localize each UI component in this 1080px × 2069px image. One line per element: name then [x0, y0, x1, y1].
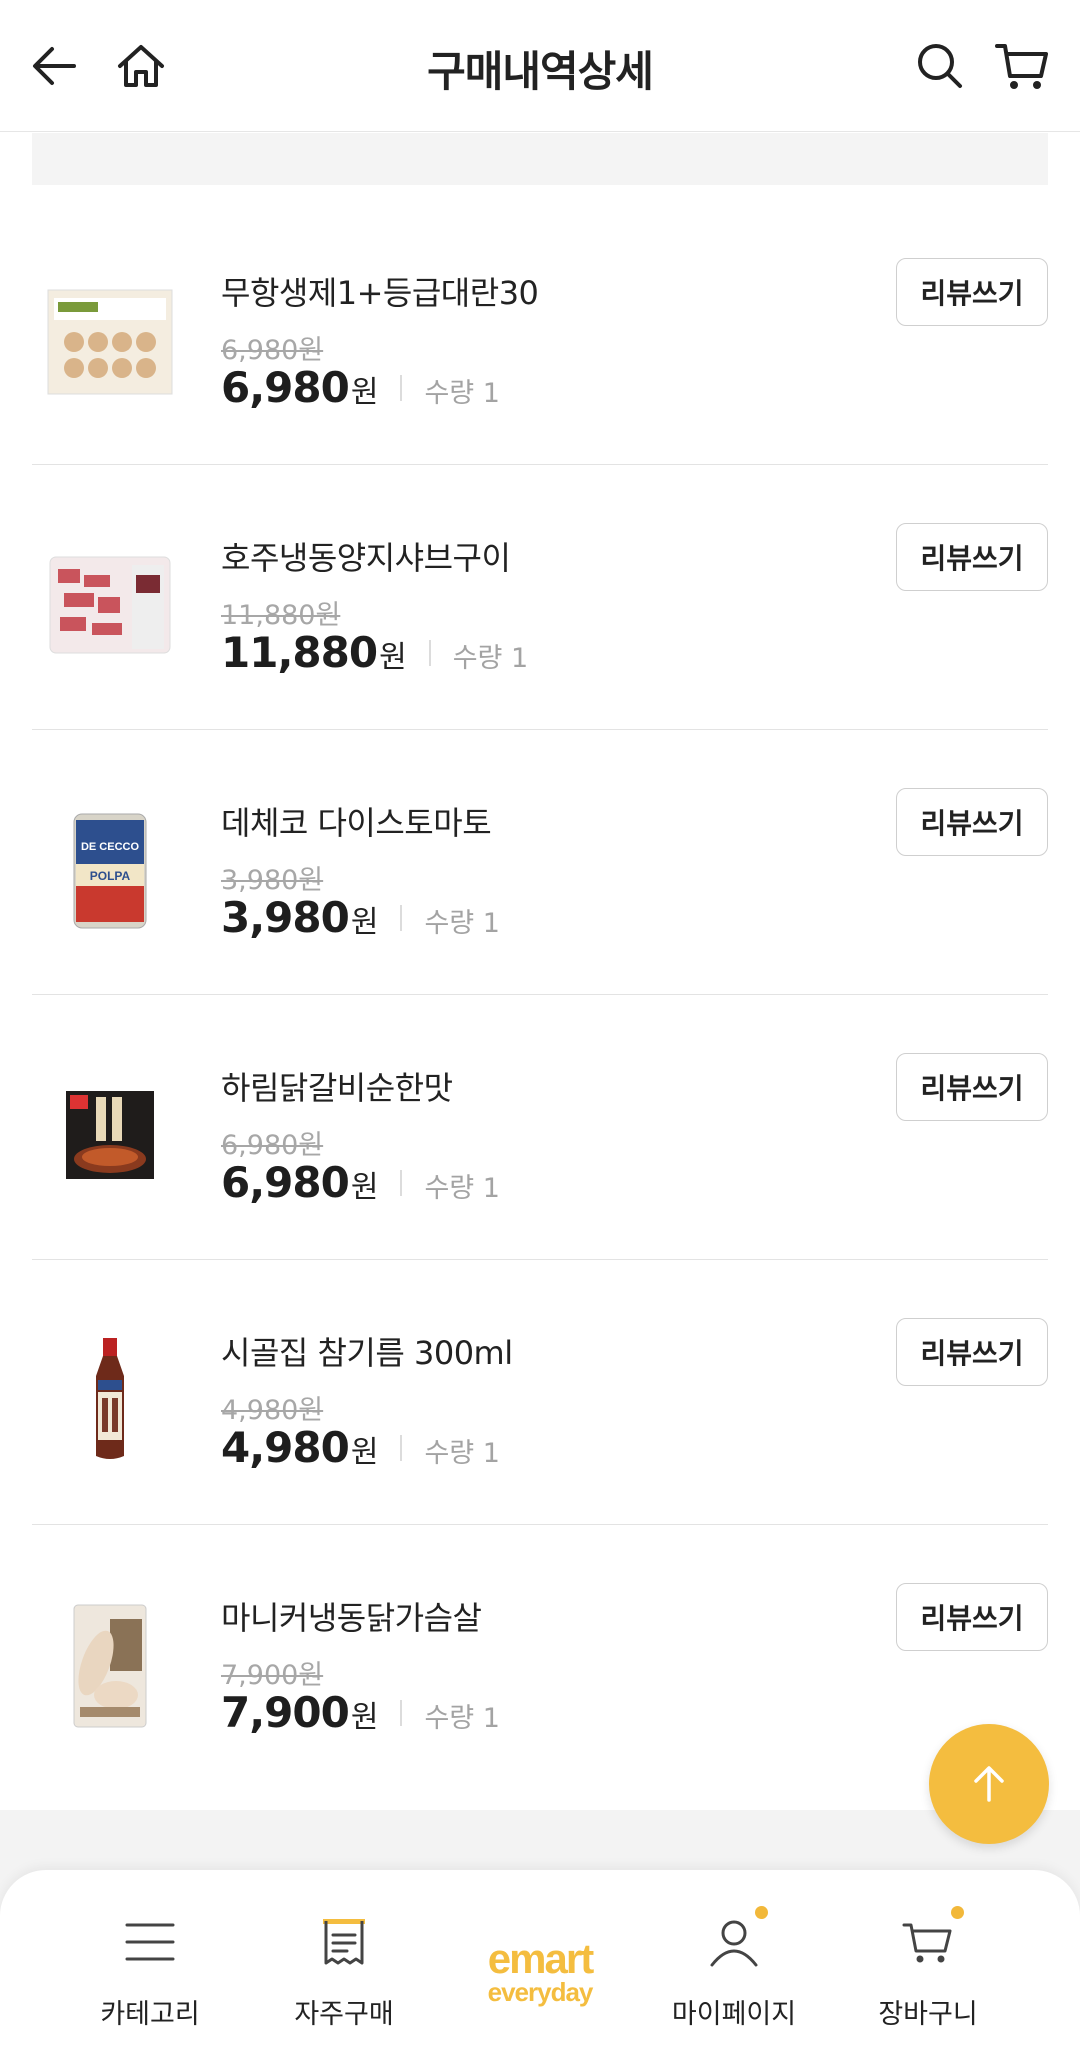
tab-category[interactable]: 카테고리	[60, 1870, 240, 2069]
price-row: 7,900 원 수량 1	[221, 1688, 500, 1737]
original-price: 3,980원	[221, 865, 324, 896]
search-icon[interactable]	[910, 36, 970, 96]
quantity: 수량 1	[424, 908, 500, 939]
tab-frequent-label: 자주구매	[294, 1999, 394, 2030]
product-name[interactable]: 마니커냉동닭가슴살	[221, 1593, 482, 1639]
product-name[interactable]: 데체코 다이스토마토	[221, 798, 492, 844]
order-item: 무항생제1+등급대란30 6,980원 6,980 원 수량 1 리뷰쓰기	[32, 200, 1048, 465]
sale-price: 11,880	[221, 628, 378, 677]
currency-unit: 원	[350, 1435, 379, 1470]
sale-price: 6,980	[221, 1158, 350, 1207]
svg-text:emart: emart	[488, 1935, 594, 1982]
order-item: 시골집 참기름 300ml 4,980원 4,980 원 수량 1 리뷰쓰기	[32, 1260, 1048, 1525]
currency-unit: 원	[350, 1700, 379, 1735]
original-price: 6,980원	[221, 335, 324, 366]
section-divider	[32, 133, 1048, 185]
quantity: 수량 1	[424, 378, 500, 409]
order-item: 호주냉동양지샤브구이 11,880원 11,880 원 수량 1 리뷰쓰기	[32, 465, 1048, 730]
product-name[interactable]: 하림닭갈비순한맛	[221, 1063, 453, 1109]
product-image-tomato-can[interactable]: DE CECCO POLPA	[40, 800, 180, 940]
original-price: 11,880원	[221, 600, 341, 631]
sale-price: 4,980	[221, 1423, 350, 1472]
quantity: 수량 1	[424, 1703, 500, 1734]
arrow-up-icon	[974, 1766, 1004, 1802]
divider	[428, 639, 431, 666]
original-price: 6,980원	[221, 1130, 324, 1161]
sale-price: 6,980	[221, 363, 350, 412]
scroll-to-top-button[interactable]	[929, 1724, 1049, 1844]
currency-unit: 원	[379, 640, 407, 675]
original-price: 4,980원	[221, 1395, 324, 1426]
divider	[400, 1169, 403, 1196]
sale-price: 7,900	[221, 1688, 350, 1737]
quantity: 수량 1	[424, 1438, 500, 1469]
product-name[interactable]: 무항생제1+등급대란30	[221, 268, 539, 314]
cart-notification-dot	[951, 1906, 964, 1919]
write-review-button[interactable]: 리뷰쓰기	[896, 1583, 1048, 1651]
price-row: 4,980 원 수량 1	[221, 1423, 500, 1472]
menu-icon	[120, 1912, 180, 1972]
product-image-dakgalbi[interactable]	[40, 1065, 180, 1205]
tab-category-label: 카테고리	[100, 1999, 200, 2030]
svg-text:everyday: everyday	[488, 1977, 594, 2007]
tab-cart[interactable]: 장바구니	[838, 1870, 1018, 2069]
product-image-eggs[interactable]	[40, 270, 180, 410]
write-review-button[interactable]: 리뷰쓰기	[896, 788, 1048, 856]
quantity: 수량 1	[452, 643, 529, 674]
divider	[400, 904, 403, 931]
divider	[400, 374, 403, 401]
write-review-button[interactable]: 리뷰쓰기	[896, 1318, 1048, 1386]
write-review-button[interactable]: 리뷰쓰기	[896, 1053, 1048, 1121]
tab-frequent[interactable]: 자주구매	[254, 1870, 434, 2069]
cart-icon	[898, 1912, 958, 1972]
product-image-beef[interactable]	[40, 535, 180, 675]
sale-price: 3,980	[221, 893, 350, 942]
cart-icon[interactable]	[992, 36, 1052, 96]
receipt-icon	[314, 1912, 374, 1972]
product-image-sesame-oil[interactable]	[40, 1330, 180, 1470]
tab-mypage[interactable]: 마이페이지	[644, 1870, 824, 2069]
user-icon	[704, 1912, 764, 1972]
currency-unit: 원	[350, 905, 379, 940]
price-row: 6,980 원 수량 1	[221, 363, 500, 412]
price-row: 3,980 원 수량 1	[221, 893, 500, 942]
order-item: DE CECCO POLPA 데체코 다이스토마토 3,980원 3,980 원 …	[32, 730, 1048, 995]
write-review-button[interactable]: 리뷰쓰기	[896, 523, 1048, 591]
product-name[interactable]: 호주냉동양지샤브구이	[221, 533, 511, 579]
currency-unit: 원	[350, 375, 379, 410]
currency-unit: 원	[350, 1170, 379, 1205]
price-row: 6,980 원 수량 1	[221, 1158, 500, 1207]
divider	[400, 1434, 403, 1461]
svg-text:POLPA: POLPA	[90, 869, 131, 883]
tab-cart-label: 장바구니	[878, 1999, 978, 2030]
app-header: 구매내역상세	[0, 0, 1080, 132]
order-item: 하림닭갈비순한맛 6,980원 6,980 원 수량 1 리뷰쓰기	[32, 995, 1048, 1260]
order-item: 마니커냉동닭가슴살 7,900원 7,900 원 수량 1 리뷰쓰기	[32, 1525, 1048, 1790]
emart-everyday-logo[interactable]: emart everyday	[470, 1935, 610, 2015]
svg-text:DE CECCO: DE CECCO	[81, 841, 140, 853]
home-icon[interactable]	[111, 36, 171, 96]
product-image-chicken-breast[interactable]	[40, 1595, 180, 1735]
quantity: 수량 1	[424, 1173, 500, 1204]
product-name[interactable]: 시골집 참기름 300ml	[221, 1328, 513, 1374]
divider	[400, 1699, 403, 1726]
back-arrow-icon[interactable]	[24, 36, 84, 96]
original-price: 7,900원	[221, 1660, 324, 1691]
price-row: 11,880 원 수량 1	[221, 628, 528, 677]
write-review-button[interactable]: 리뷰쓰기	[896, 258, 1048, 326]
tab-mypage-label: 마이페이지	[671, 1999, 797, 2030]
mypage-notification-dot	[755, 1906, 768, 1919]
